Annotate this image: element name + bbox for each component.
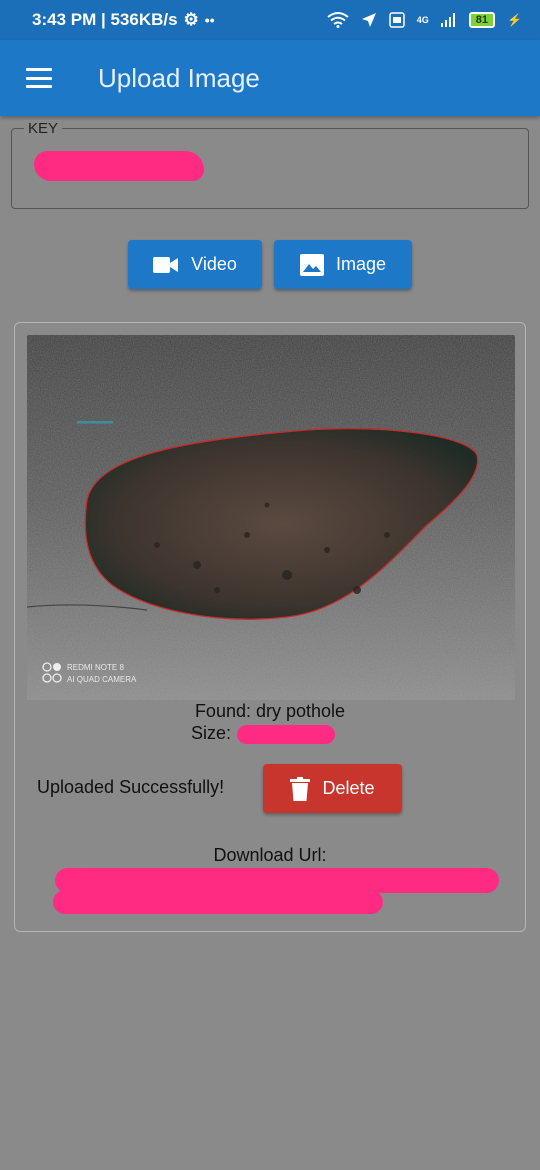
delete-button[interactable]: Delete bbox=[263, 764, 402, 813]
page-title: Upload Image bbox=[98, 62, 260, 93]
location-arrow-icon bbox=[361, 13, 376, 27]
charging-icon: ⚡ bbox=[507, 13, 522, 27]
status-time-speed: 3:43 PM | 536KB/s bbox=[32, 10, 178, 29]
wifi-icon bbox=[327, 12, 349, 28]
uploaded-photo: REDMI NOTE 8 AI QUAD CAMERA bbox=[27, 335, 515, 700]
image-button[interactable]: Image bbox=[274, 240, 412, 289]
video-button-label: Video bbox=[191, 254, 237, 274]
url-redaction-line2 bbox=[53, 890, 383, 914]
volte-icon bbox=[389, 12, 405, 28]
svg-text:AI QUAD CAMERA: AI QUAD CAMERA bbox=[67, 675, 137, 684]
battery-level: 81 bbox=[475, 14, 489, 26]
svg-text:REDMI NOTE 8: REDMI NOTE 8 bbox=[67, 663, 124, 672]
result-card: REDMI NOTE 8 AI QUAD CAMERA Found: dry p… bbox=[14, 322, 526, 932]
menu-icon[interactable] bbox=[26, 68, 52, 88]
size-label-text: Size: bbox=[191, 723, 232, 743]
key-value-redacted bbox=[34, 151, 204, 181]
found-label: Found: dry pothole bbox=[194, 701, 346, 721]
gear-icon: ⚙ bbox=[183, 10, 199, 29]
key-field-label: KEY bbox=[24, 120, 63, 137]
app-bar: Upload Image bbox=[0, 40, 540, 116]
trash-icon bbox=[290, 776, 311, 801]
size-value-redacted bbox=[237, 725, 335, 744]
battery-icon: 81 bbox=[468, 12, 496, 28]
status-bar: 3:43 PM | 536KB/s ⚙ •• 4G 81 ⚡ bbox=[0, 0, 540, 40]
video-button[interactable]: Video bbox=[128, 240, 262, 289]
more-dots-icon: •• bbox=[204, 12, 215, 28]
network-type: 4G bbox=[416, 15, 429, 25]
key-input[interactable]: KEY bbox=[11, 120, 529, 209]
upload-status: Uploaded Successfully! bbox=[37, 777, 225, 797]
image-icon bbox=[299, 253, 324, 276]
delete-button-label: Delete bbox=[322, 778, 375, 798]
image-button-label: Image bbox=[335, 254, 387, 274]
signal-icon bbox=[440, 13, 455, 27]
videocam-icon bbox=[153, 256, 179, 273]
download-url-label: Download Url: bbox=[213, 845, 327, 865]
